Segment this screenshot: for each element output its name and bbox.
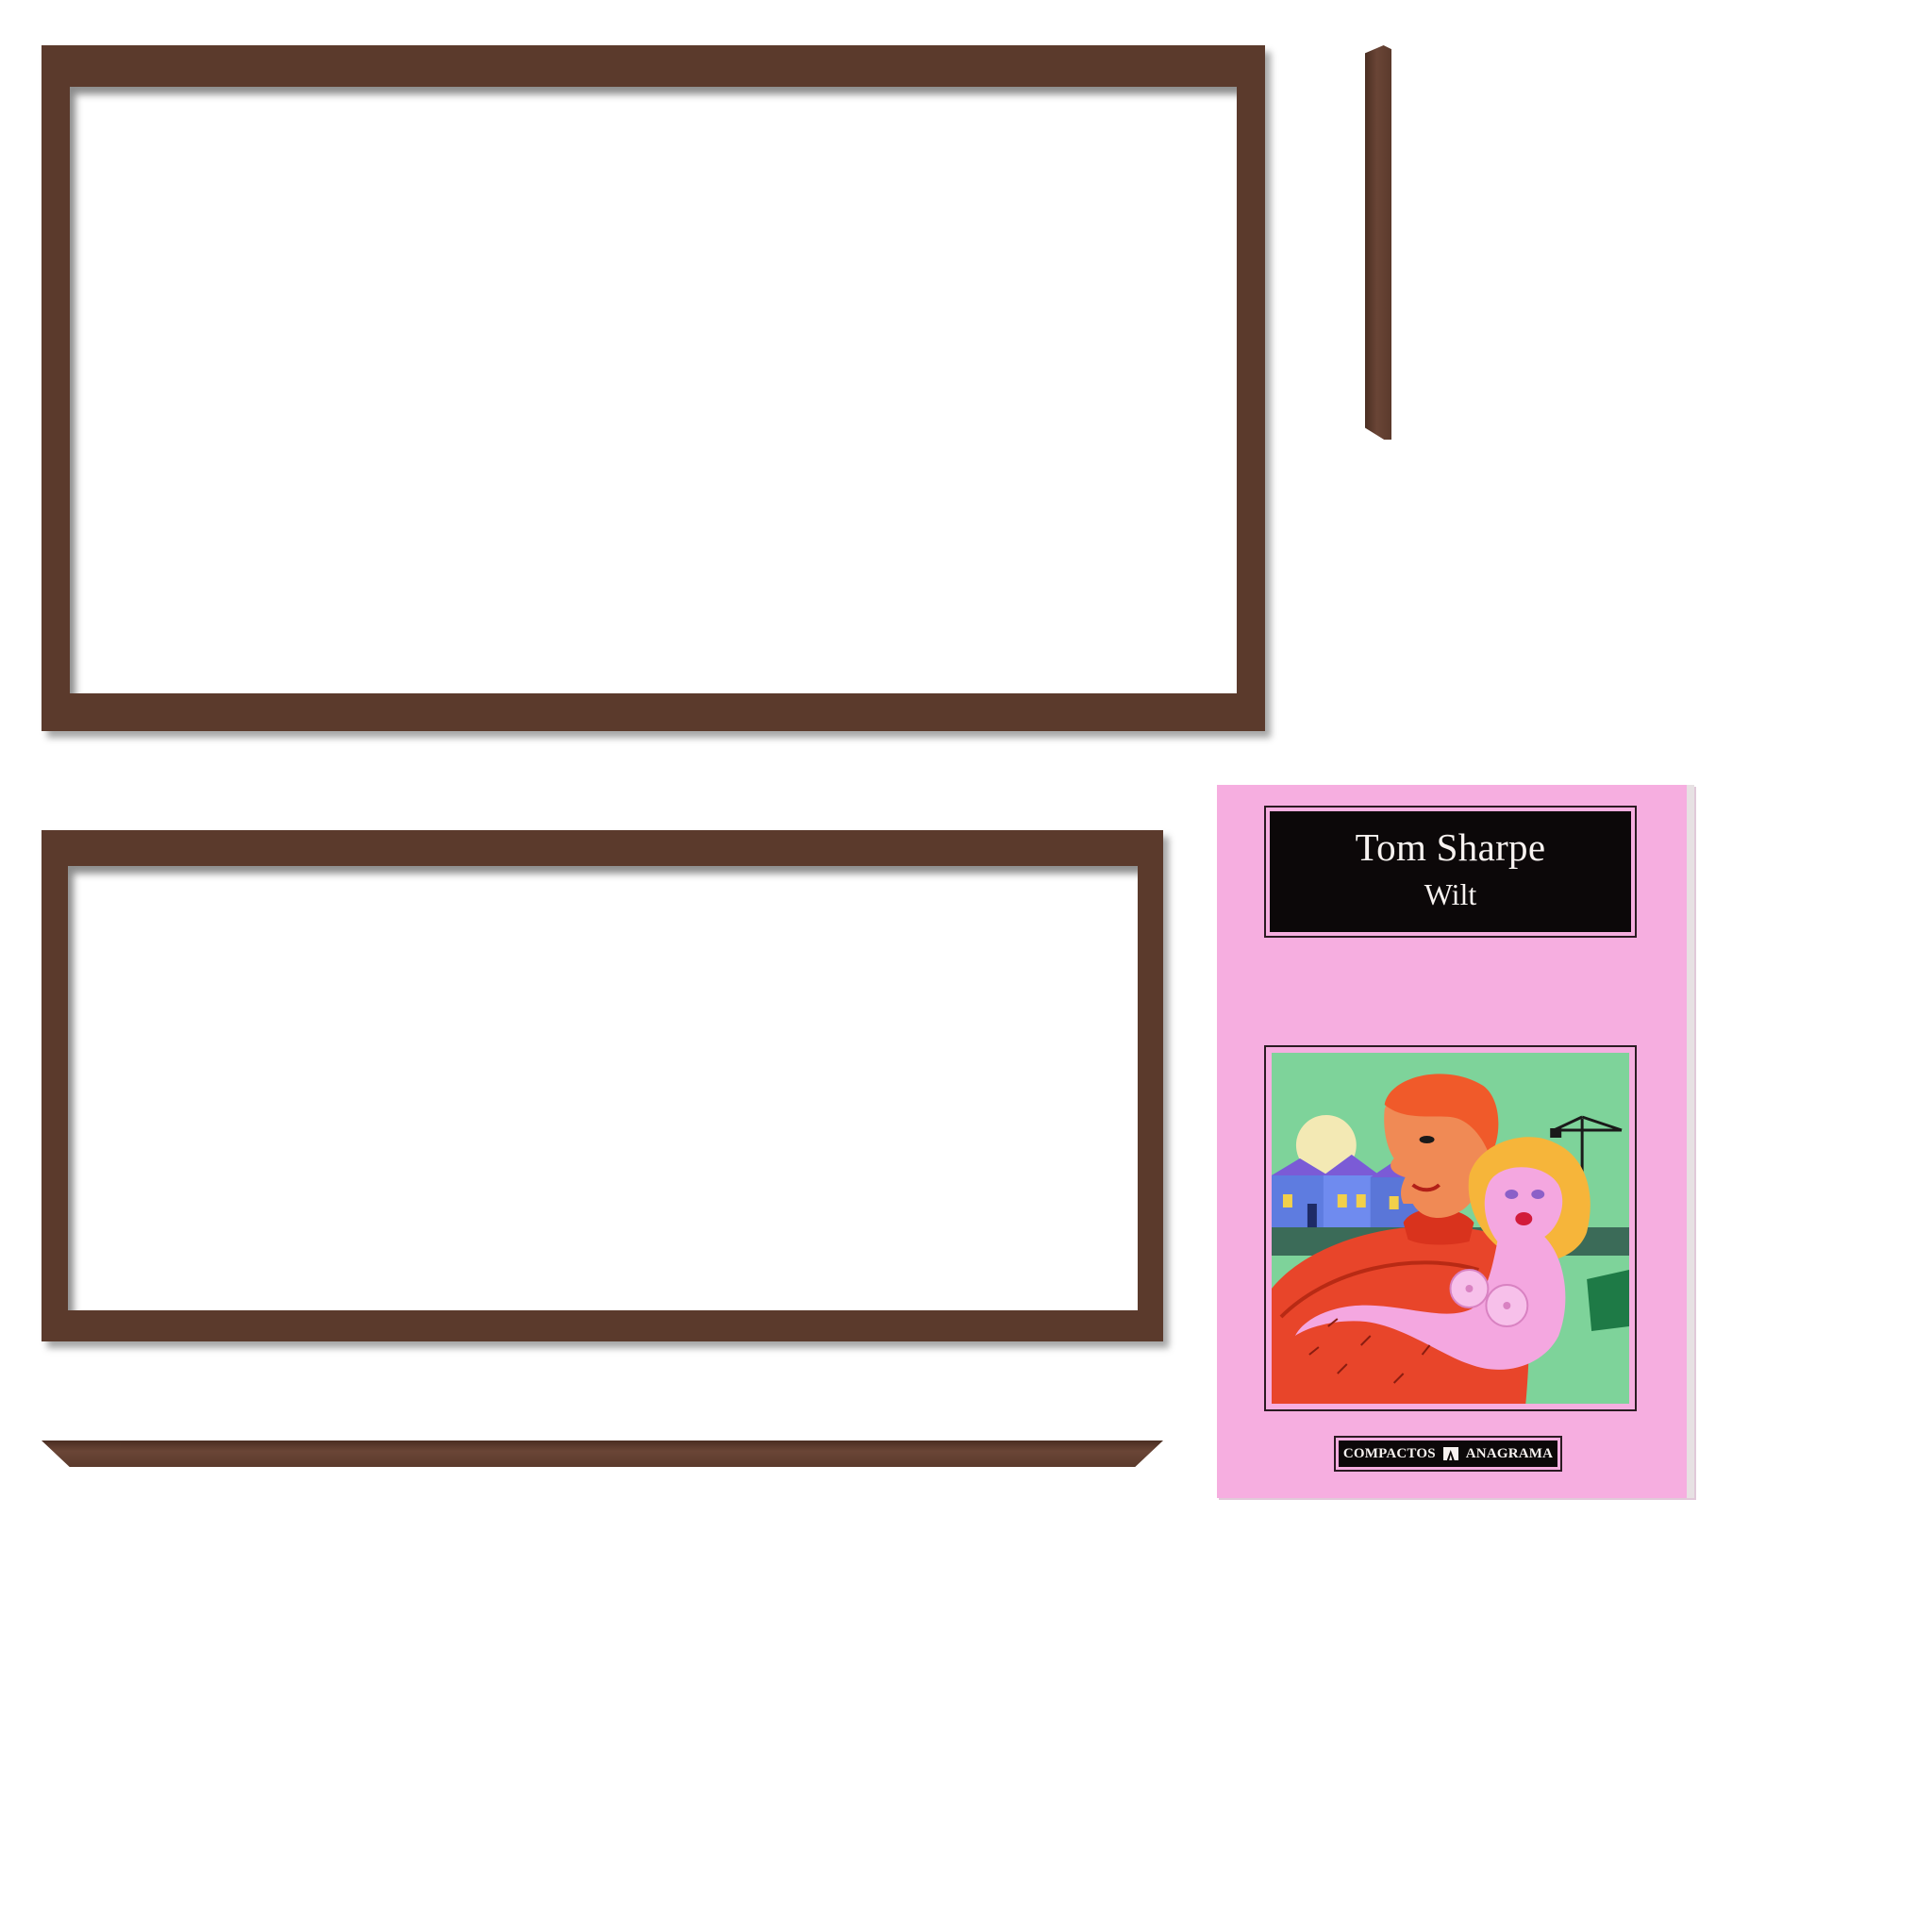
- book-cover: Tom Sharpe Wilt COMPACTOS ANAGRAMA: [1217, 785, 1694, 1498]
- frame-large-opening: [70, 87, 1237, 693]
- anagrama-logo-icon: [1442, 1447, 1458, 1460]
- frame-horizontal-strip: [42, 1441, 1163, 1467]
- publisher-name: ANAGRAMA: [1465, 1445, 1554, 1461]
- publisher-badge: COMPACTOS ANAGRAMA: [1334, 1436, 1562, 1472]
- frame-medium-opening: [68, 866, 1138, 1310]
- publisher-badge-panel: COMPACTOS ANAGRAMA: [1339, 1441, 1557, 1467]
- collection-name: COMPACTOS: [1342, 1445, 1436, 1461]
- cover-illustration: [1264, 1045, 1637, 1411]
- book-author: Tom Sharpe: [1355, 825, 1546, 869]
- frame-large-piece: [42, 45, 1265, 731]
- book-title: Wilt: [1424, 877, 1477, 911]
- frame-vertical-strip: [1365, 45, 1391, 440]
- frame-medium-piece: [42, 830, 1163, 1341]
- book-title-box: Tom Sharpe Wilt: [1264, 806, 1637, 938]
- cover-illustration-art: [1272, 1053, 1629, 1404]
- book-title-panel: Tom Sharpe Wilt: [1270, 811, 1631, 932]
